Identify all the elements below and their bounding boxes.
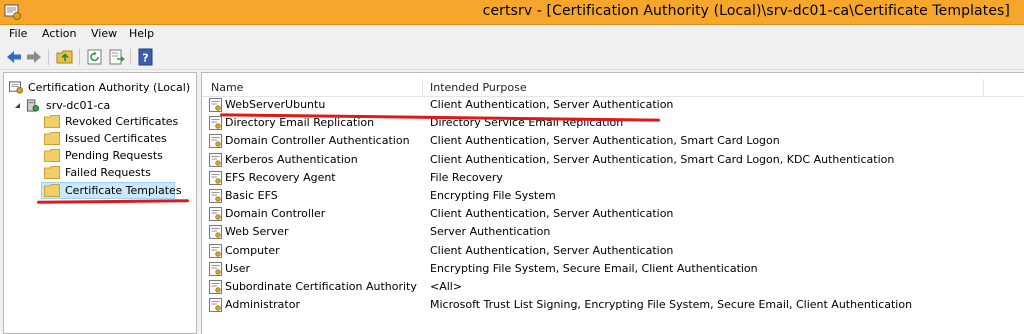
template-intended-purpose: Encrypting File System, Secure Email, Cl… [430, 261, 758, 275]
template-name: Basic EFS [225, 189, 278, 202]
template-intended-purpose: File Recovery [430, 170, 503, 184]
table-row[interactable]: Basic EFS Encrypting File System [202, 187, 1024, 205]
folder-icon [44, 184, 60, 197]
template-intended-purpose: Client Authentication, Server Authentica… [430, 134, 780, 148]
tree-item-label: Revoked Certificates [65, 115, 179, 128]
expanded-triangle-icon[interactable] [14, 102, 21, 109]
certificate-template-icon [209, 116, 222, 131]
template-intended-purpose: Client Authentication, Server Authentica… [430, 243, 674, 257]
certificate-template-icon [209, 225, 222, 240]
menu-help[interactable]: Help [129, 27, 154, 40]
toolbar-separator [79, 49, 80, 65]
up-folder-icon[interactable] [56, 48, 74, 66]
folder-icon [44, 166, 60, 179]
template-name: Computer [225, 243, 280, 257]
template-intended-purpose: Client Authentication, Server Authentica… [430, 207, 674, 221]
table-row[interactable]: Domain Controller Client Authentication, … [202, 205, 1024, 223]
title-bar[interactable]: certsrv - [Certification Authority (Loca… [0, 0, 1024, 25]
toolbar-separator [48, 49, 49, 65]
tree-item-label: Certificate Templates [65, 184, 182, 197]
column-header-intended-purpose[interactable]: Intended Purpose [430, 81, 527, 94]
list-header: Name Intended Purpose [202, 79, 1024, 97]
certificate-template-icon [209, 152, 222, 167]
table-row[interactable]: Domain Controller Authentication Client A… [202, 132, 1024, 150]
certificate-template-icon [209, 170, 222, 185]
result-list: Name Intended Purpose WebServerUbuntu Cli… [201, 72, 1024, 334]
forward-arrow-icon[interactable] [25, 48, 43, 66]
export-list-icon[interactable] [108, 48, 126, 66]
table-row[interactable]: Web Server Server Authentication [202, 223, 1024, 241]
column-resize-handle[interactable] [422, 79, 423, 97]
table-row[interactable]: EFS Recovery Agent File Recovery [202, 169, 1024, 187]
table-row[interactable]: Subordinate Certification Authority <All> [202, 278, 1024, 296]
tree-annotation-underline [36, 199, 190, 204]
certificate-template-icon [209, 207, 222, 222]
template-name: Administrator [225, 298, 300, 312]
template-intended-purpose: Client Authentication, Server Authentica… [430, 152, 895, 166]
refresh-icon[interactable] [86, 48, 104, 66]
certsrv-app-icon [4, 4, 21, 20]
certification-authority-icon [9, 81, 23, 94]
toolbar-separator [130, 49, 131, 65]
table-row[interactable]: User Encrypting File System, Secure Email… [202, 260, 1024, 278]
svg-text:?: ? [142, 52, 148, 65]
ca-server-icon [26, 99, 40, 112]
tree-item-label: Pending Requests [65, 149, 163, 162]
toolbar: ? [0, 44, 1024, 70]
table-row[interactable]: WebServerUbuntu Client Authentication, Se… [202, 96, 1024, 114]
template-name: Subordinate Certification Authority [225, 280, 417, 293]
table-row[interactable]: Kerberos Authentication Client Authentica… [202, 151, 1024, 169]
column-header-name[interactable]: Name [211, 81, 243, 94]
folder-icon [44, 115, 60, 128]
certificate-template-icon [209, 243, 222, 258]
certificate-template-icon [209, 298, 222, 313]
template-intended-purpose: Client Authentication, Server Authentica… [430, 98, 674, 111]
certificate-template-icon [209, 280, 222, 294]
template-intended-purpose: <All> [430, 280, 463, 293]
template-intended-purpose: Microsoft Trust List Signing, Encrypting… [430, 298, 913, 312]
mmc-window: certsrv - [Certification Authority (Loca… [0, 0, 1024, 334]
table-row[interactable]: Administrator Microsoft Trust List Signin… [202, 296, 1024, 314]
folder-icon [44, 132, 60, 145]
certificate-template-icon [209, 261, 222, 276]
console-tree: Certification Authority (Local) srv-dc01… [3, 72, 197, 334]
certificate-template-icon [209, 98, 222, 112]
tree-item-label: Failed Requests [65, 166, 151, 179]
template-name: EFS Recovery Agent [225, 170, 336, 184]
template-name: WebServerUbuntu [225, 98, 326, 111]
certificate-template-icon [209, 134, 222, 149]
template-name: Kerberos Authentication [225, 152, 358, 166]
certificate-template-icon [209, 189, 222, 203]
column-resize-handle[interactable] [983, 79, 984, 97]
menu-action[interactable]: Action [42, 27, 76, 40]
window-title: certsrv - [Certification Authority (Loca… [482, 3, 1010, 19]
tree-ca-label: srv-dc01-ca [46, 99, 111, 112]
menu-bar: File Action View Help [0, 25, 1024, 44]
menu-file[interactable]: File [9, 27, 27, 40]
table-row[interactable]: Computer Client Authentication, Server Au… [202, 242, 1024, 260]
help-icon[interactable]: ? [137, 48, 155, 66]
template-name: User [225, 261, 251, 275]
template-intended-purpose: Server Authentication [430, 225, 551, 239]
tree-item-label: Issued Certificates [65, 132, 167, 145]
template-name: Domain Controller [225, 207, 326, 221]
folder-icon [44, 149, 60, 162]
tree-root-label: Certification Authority (Local) [28, 81, 191, 94]
menu-view[interactable]: View [91, 27, 117, 40]
template-name: Web Server [225, 225, 289, 239]
template-name: Domain Controller Authentication [225, 134, 410, 148]
back-arrow-icon[interactable] [5, 48, 23, 66]
template-intended-purpose: Encrypting File System [430, 189, 556, 202]
